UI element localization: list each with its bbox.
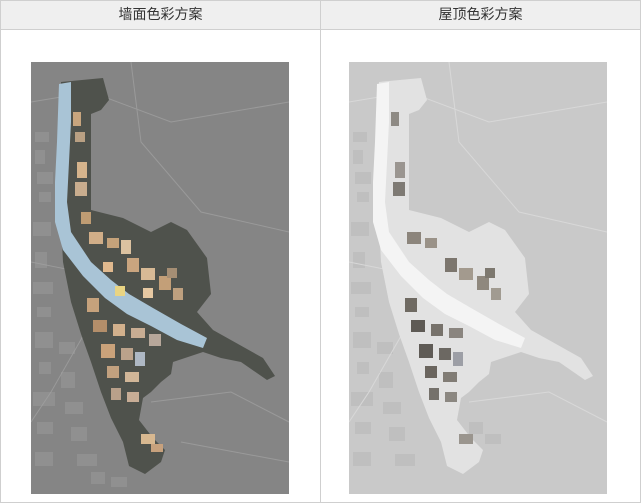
- wall-color-map-graphic: [31, 62, 289, 494]
- roof-color-map-graphic: [349, 62, 607, 494]
- comparison-frame: 墙面色彩方案 屋顶色彩方案: [0, 0, 641, 503]
- wall-color-scheme-title: 墙面色彩方案: [118, 7, 203, 23]
- column-divider: [320, 1, 321, 502]
- roof-color-map: [349, 62, 607, 494]
- wall-color-map: [31, 62, 289, 494]
- roof-color-scheme-title: 屋顶色彩方案: [438, 7, 523, 23]
